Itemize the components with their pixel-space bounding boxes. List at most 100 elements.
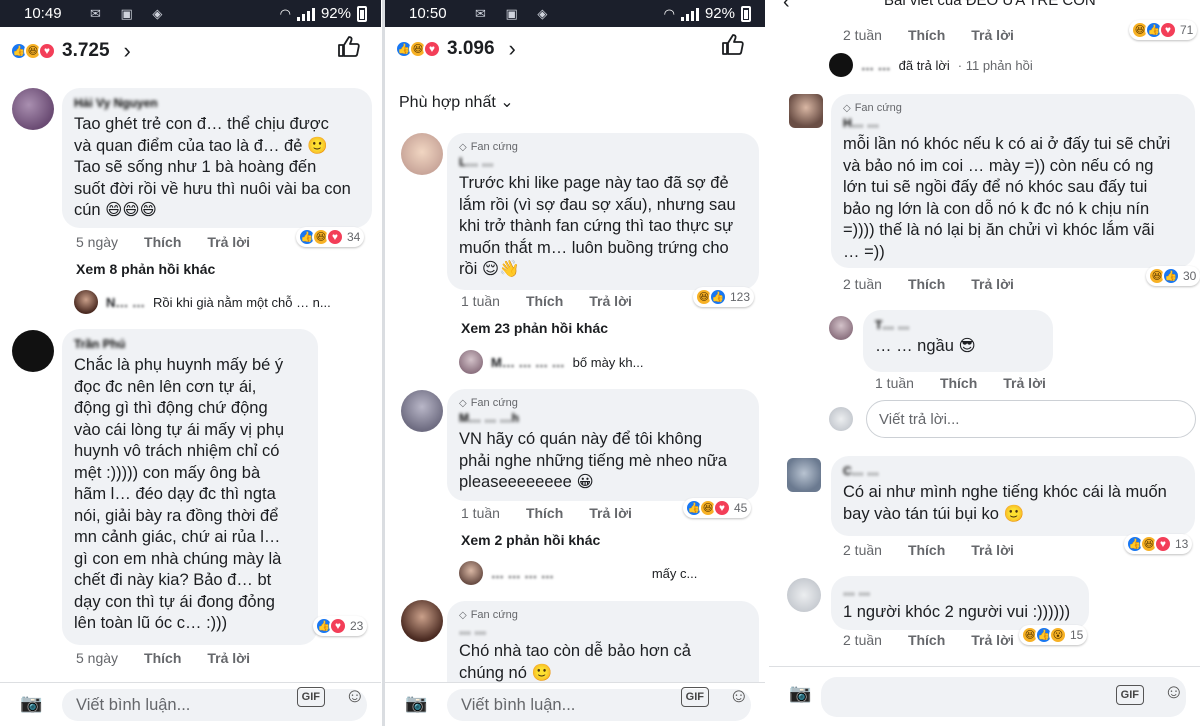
reply-text: Rồi khi già nằm một chỗ … n... <box>153 294 331 310</box>
avatar[interactable] <box>401 390 443 432</box>
avatar[interactable] <box>12 330 54 372</box>
camera-icon[interactable]: 📷 <box>405 693 427 714</box>
reply-input[interactable]: Viết trả lời... <box>866 400 1196 438</box>
reply-summary[interactable]: … … đã trả lời · 11 phản hồi <box>829 53 1033 77</box>
comment-time: 1 tuần <box>461 505 500 521</box>
comment-reactions[interactable]: 👍 😆 ♥ 45 <box>683 498 752 518</box>
reply-link[interactable]: Trả lời <box>971 276 1014 292</box>
chevron-right-icon[interactable]: › <box>124 38 131 64</box>
love-reaction-icon: ♥ <box>326 228 344 246</box>
comment-actions: 2 tuần Thích Trả lời <box>843 632 1014 648</box>
camera-icon[interactable]: 📷 <box>20 693 42 714</box>
comment-reactions[interactable]: 😆 👍 30 <box>1146 266 1200 286</box>
sort-dropdown[interactable]: Phù hợp nhất ⌄ <box>399 92 514 112</box>
comment-text: mỗi lần nó khóc nếu k có ai ở đấy tui sẽ… <box>843 135 1171 261</box>
avatar <box>459 350 483 374</box>
avatar <box>829 53 853 77</box>
reply-link[interactable]: Trả lời <box>971 632 1014 648</box>
like-link[interactable]: Thích <box>526 293 563 309</box>
gif-button[interactable]: GIF <box>680 687 709 707</box>
avatar[interactable] <box>12 88 54 130</box>
post-reactions[interactable]: 👍 😆 ♥ 3.725 › <box>10 33 371 69</box>
comment-time: 2 tuần <box>843 276 882 292</box>
avatar[interactable] <box>829 316 853 340</box>
comment-text: Chắc là phụ huynh mấy bé ý đọc đc nên lê… <box>74 356 285 632</box>
reply-preview[interactable]: N… … Rồi khi già nằm một chỗ … n... <box>74 290 331 314</box>
reply-link[interactable]: Trả lời <box>1003 375 1046 391</box>
reply-preview[interactable]: … … … … mấy c... <box>459 561 697 585</box>
like-link[interactable]: Thích <box>908 276 945 292</box>
gif-button[interactable]: GIF <box>296 687 325 707</box>
reply-author: N… … <box>106 294 145 310</box>
view-more-replies[interactable]: Xem 8 phản hồi khác <box>76 261 215 277</box>
chevron-down-icon: ⌄ <box>500 94 514 111</box>
commenter-name[interactable]: T… … <box>875 318 1041 332</box>
comment-actions: 1 tuần Thích Trả lời <box>461 505 632 521</box>
like-link[interactable]: Thích <box>908 632 945 648</box>
reply-link[interactable]: Trả lời <box>589 505 632 521</box>
top-fan-badge: ◇ Fan cứng <box>459 609 518 621</box>
reply-preview[interactable]: M… … … … bố mày kh... <box>459 350 643 374</box>
avatar <box>74 290 98 314</box>
post-reactions[interactable]: 👍 😆 ♥ 3.096 › <box>395 31 755 67</box>
gif-button[interactable]: GIF <box>1115 685 1144 705</box>
comment-time: 2 tuần <box>843 542 882 558</box>
reply-link[interactable]: Trả lời <box>971 542 1014 558</box>
status-bar: 10:50 ✉ ▣ ◈ ◠ 92% <box>385 0 765 27</box>
wifi-icon: ◠ <box>663 5 675 21</box>
like-link[interactable]: Thích <box>908 542 945 558</box>
comment-composer: 📷 Viết bình luận... GIF ☺ <box>0 682 381 726</box>
commenter-name[interactable]: Trần Phú <box>74 337 306 351</box>
like-link[interactable]: Thích <box>940 375 977 391</box>
emoji-icon[interactable]: ☺ <box>729 685 749 708</box>
avatar <box>829 407 853 431</box>
reaction-count: 3.725 <box>62 40 110 61</box>
emoji-icon[interactable]: ☺ <box>345 685 365 708</box>
commenter-name[interactable]: … … <box>459 623 747 637</box>
like-link[interactable]: Thích <box>526 505 563 521</box>
comment-reactions[interactable]: 👍 😆 ♥ 13 <box>1124 534 1193 554</box>
reply-text: mấy c... <box>651 565 698 581</box>
like-outline-icon[interactable] <box>337 35 361 64</box>
view-more-replies[interactable]: Xem 2 phản hồi khác <box>461 532 600 548</box>
commenter-name[interactable]: M… … …h <box>459 411 747 425</box>
commenter-name[interactable]: Hải Vy Nguyen <box>74 96 360 110</box>
battery-icon <box>357 5 367 22</box>
comment-reactions[interactable]: 👍 ♥ 23 <box>313 616 368 636</box>
emoji-icon[interactable]: ☺ <box>1164 681 1184 704</box>
like-link[interactable]: Thích <box>144 234 181 250</box>
avatar[interactable] <box>787 458 821 492</box>
avatar[interactable] <box>401 133 443 175</box>
like-outline-icon[interactable] <box>721 33 745 62</box>
avatar[interactable] <box>401 600 443 642</box>
top-fan-badge: ◇ Fan cứng <box>459 141 518 153</box>
camera-icon[interactable]: 📷 <box>789 683 811 704</box>
back-arrow-icon[interactable]: ‹ <box>783 0 790 14</box>
commenter-name[interactable]: L… … <box>459 155 747 169</box>
comment-reactions[interactable]: 👍 😆 ♥ 34 <box>296 227 365 247</box>
comment-bubble: Trần Phú Chắc là phụ huynh mấy bé ý đọc … <box>62 329 318 645</box>
comment-reactions[interactable]: 😆 👍 ♥ 71 <box>1129 20 1198 40</box>
diamond-icon: ◇ <box>459 142 467 153</box>
avatar[interactable] <box>787 578 821 612</box>
notification-icons: ✉ ▣ ◈ <box>90 6 171 21</box>
reply-link[interactable]: Trả lời <box>207 650 250 666</box>
chevron-right-icon[interactable]: › <box>509 36 516 62</box>
comment-actions: 2 tuần Thích Trả lời <box>843 276 1014 292</box>
view-more-replies[interactable]: Xem 23 phản hồi khác <box>461 320 608 336</box>
avatar[interactable] <box>789 94 823 128</box>
commenter-name[interactable]: H… … <box>843 116 1183 130</box>
like-link[interactable]: Thích <box>908 27 945 43</box>
reply-link[interactable]: Trả lời <box>589 293 632 309</box>
commenter-name[interactable]: C… … <box>843 464 1183 478</box>
reply-count: · 11 phản hồi <box>957 57 1033 73</box>
reply-link[interactable]: Trả lời <box>971 27 1014 43</box>
reaction-count: 3.096 <box>447 38 495 59</box>
comment-reactions[interactable]: 😆 👍 😮 15 <box>1019 625 1088 645</box>
commenter-name[interactable]: … … <box>843 584 1077 598</box>
comment-reactions[interactable]: 😆 👍 123 <box>693 287 755 307</box>
comment-composer: 📷 GIF ☺ <box>769 666 1200 726</box>
like-link[interactable]: Thích <box>144 650 181 666</box>
battery-percent: 92% <box>320 5 351 22</box>
reply-link[interactable]: Trả lời <box>207 234 250 250</box>
